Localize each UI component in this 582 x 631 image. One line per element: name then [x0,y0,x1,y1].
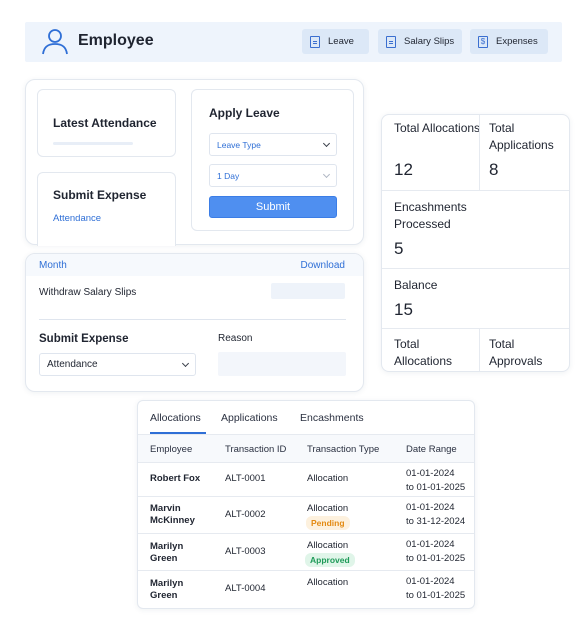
attendance-link[interactable]: Attendance [53,213,101,224]
attendance-bar [53,142,133,145]
dollar-icon: $ [478,35,488,48]
date-from-cell: 01-01-2024 [406,539,455,550]
row-divider [138,533,474,534]
chevron-down-icon [322,139,331,148]
chevron-down-icon [322,170,331,179]
salary-slips-button-label: Salary Slips [404,36,455,47]
employee-cell: Marvin McKinney [150,503,195,526]
balance-label: Balance [394,278,438,292]
salary-panel: Month Download Withdraw Salary Slips Sub… [25,253,364,392]
expenses-button-label: Expenses [496,36,538,47]
transaction-id-cell: ALT-0004 [225,583,266,594]
transaction-id-cell: ALT-0003 [225,546,266,557]
divider [382,190,569,191]
transactions-table: Allocations Applications Encashments Emp… [137,400,475,609]
download-link[interactable]: Download [301,260,345,271]
date-to-cell: to 01-01-2025 [406,590,466,601]
status-badge-pending: Pending [306,516,350,530]
duration-select[interactable]: 1 Day [209,164,337,187]
total-allocations-value: 12 [394,160,413,179]
expense-category-value: Attendance [47,359,98,370]
employee-cell: Marilyn Green [150,578,184,601]
transaction-type-cell: Allocation [307,503,349,514]
apply-leave-card: Apply Leave Leave Type 1 Day Submit [191,89,354,231]
transaction-type-cell: Allocation [307,577,349,588]
status-badge-approved: Approved [305,553,355,567]
duration-value: 1 Day [217,170,240,181]
encashments-value: 5 [394,239,404,258]
submit-expense-heading: Submit Expense [39,333,129,345]
dashboard-panel: Latest Attendance Submit Expense Attenda… [25,79,364,246]
submit-button[interactable]: Submit [209,196,337,218]
column-transaction-type: Transaction Type [307,444,380,455]
total-applications-value: 8 [489,160,499,179]
divider [382,268,569,269]
date-to-cell: to 01-01-2025 [406,553,466,564]
salary-amount-field[interactable] [271,283,345,299]
column-employee: Employee [150,444,193,455]
date-from-cell: 01-01-2024 [406,502,455,513]
leave-button-label: Leave [328,36,354,47]
expenses-button[interactable]: $ Expenses [470,29,548,54]
transaction-id-cell: ALT-0002 [225,509,266,520]
tab-encashments[interactable]: Encashments [300,412,364,424]
leave-button[interactable]: Leave [302,29,369,54]
date-from-cell: 01-01-2024 [406,576,455,587]
latest-attendance-card[interactable]: Latest Attendance [37,89,176,157]
date-to-cell: to 01-01-2025 [406,482,466,493]
transaction-id-cell: ALT-0001 [225,473,266,484]
total-allocations-label: Total Allocations [394,121,481,135]
divider [39,319,346,320]
divider [382,328,569,329]
column-date-range: Date Range [406,444,457,455]
bottom-allocations-label: Total Allocations [394,337,453,368]
transaction-type-cell: Allocation [307,540,349,551]
reason-label: Reason [218,333,253,344]
employee-cell: Robert Fox [150,473,201,484]
date-from-cell: 01-01-2024 [406,468,455,479]
month-label[interactable]: Month [39,260,67,271]
stats-panel: Total Allocations 12 Total Applications … [381,114,570,372]
chevron-down-icon [181,359,190,368]
balance-value: 15 [394,300,413,319]
transaction-type-cell: Allocation [307,473,349,484]
app-header: Employee Leave Salary Slips $ Expenses [25,22,562,62]
expense-category-select[interactable]: Attendance [39,353,196,376]
total-applications-label: Total Applications [489,121,554,152]
tab-applications[interactable]: Applications [221,412,278,424]
salary-slips-button[interactable]: Salary Slips [378,29,462,54]
withdraw-salary-label: Withdraw Salary Slips [39,287,137,298]
divider [479,328,480,371]
reason-input[interactable] [218,352,346,376]
submit-expense-card[interactable]: Submit Expense Attendance [37,172,176,246]
bottom-approvals-label: Total Approvals [489,337,543,368]
divider [479,115,480,190]
apply-leave-title: Apply Leave [209,106,280,120]
row-divider [138,570,474,571]
date-to-cell: to 31-12-2024 [406,516,466,527]
document-icon [310,35,320,48]
document-icon [386,35,396,48]
app-title: Employee [78,32,154,49]
tab-allocations[interactable]: Allocations [150,412,201,424]
leave-type-value: Leave Type [217,139,261,150]
submit-expense-title: Submit Expense [53,188,147,202]
row-divider [138,496,474,497]
employee-cell: Marilyn Green [150,541,184,564]
row-divider [138,462,474,463]
encashments-label: Encashments Processed [394,200,467,231]
user-icon [42,29,68,55]
leave-type-select[interactable]: Leave Type [209,133,337,156]
latest-attendance-title: Latest Attendance [53,116,157,130]
column-transaction-id: Transaction ID [225,444,287,455]
